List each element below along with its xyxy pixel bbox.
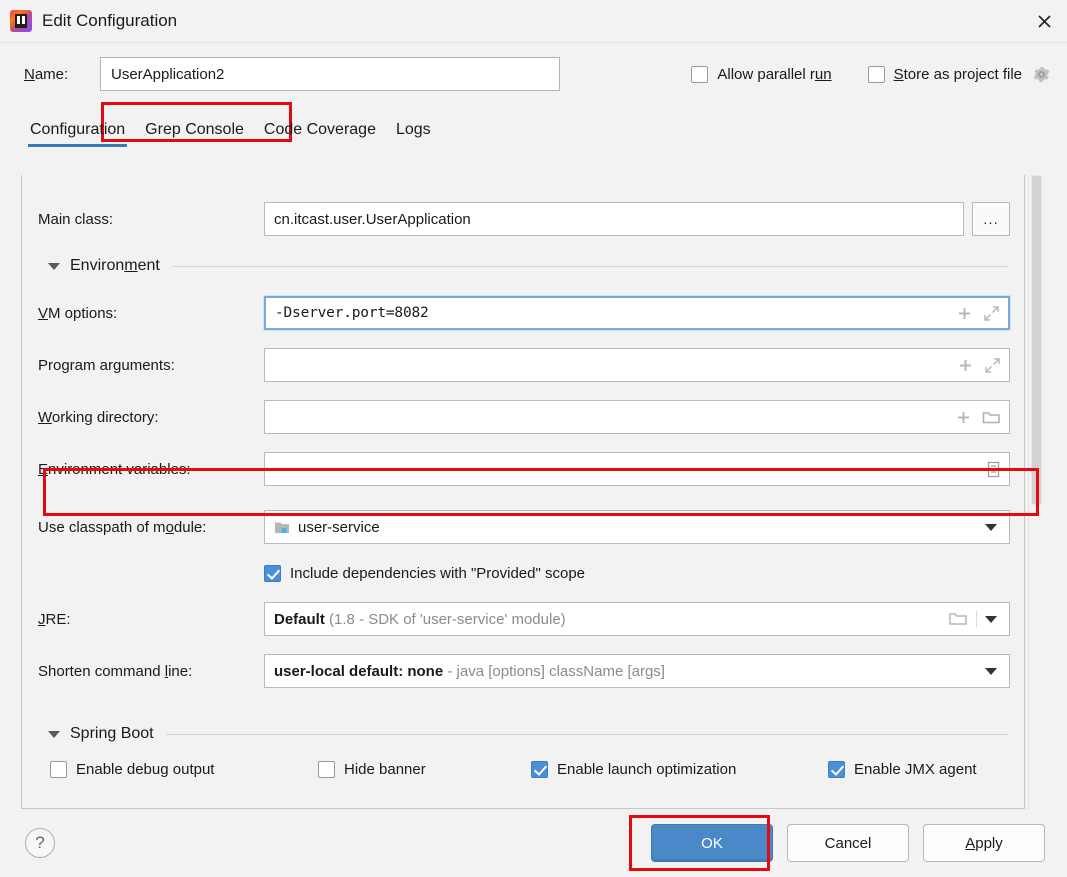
section-divider <box>165 733 1008 735</box>
help-button[interactable]: ? <box>25 828 55 858</box>
gear-icon[interactable] <box>1032 65 1051 84</box>
environment-section-title: Environment <box>70 257 160 274</box>
expand-icon[interactable] <box>984 357 1001 374</box>
chevron-down-icon <box>48 262 60 270</box>
classpath-module-value: user-service <box>298 518 380 536</box>
checkbox-box <box>264 564 281 582</box>
vm-options-row: VM options: -Dserver.port=8082 <box>22 287 1024 339</box>
environment-variables-row: Environment variables: <box>22 443 1024 495</box>
tab-configuration[interactable]: Configuration <box>27 121 128 147</box>
dialog-footer: ? OK Cancel Apply <box>0 809 1067 877</box>
shorten-command-line-label: Shorten command line: <box>38 662 193 680</box>
store-as-project-file-label: Store as project file <box>893 65 1022 83</box>
main-class-input[interactable]: cn.itcast.user.UserApplication <box>264 202 964 236</box>
checkbox-box <box>691 65 709 83</box>
close-icon[interactable] <box>1021 0 1067 43</box>
tab-grep-console[interactable]: Grep Console <box>145 121 244 147</box>
shorten-command-line-row: Shorten command line: user-local default… <box>22 645 1024 697</box>
jre-label: JRE: <box>38 610 71 628</box>
plus-icon[interactable] <box>955 409 972 426</box>
spring-boot-section-header[interactable]: Spring Boot <box>22 713 1024 755</box>
plus-icon[interactable] <box>956 305 973 322</box>
window-title: Edit Configuration <box>42 11 178 30</box>
main-class-browse-button[interactable]: ... <box>972 202 1010 236</box>
shorten-command-line-value-gray: - java [options] className [args] <box>447 662 665 680</box>
vm-options-input[interactable]: -Dserver.port=8082 <box>263 295 1011 331</box>
name-input-value: UserApplication2 <box>111 65 225 83</box>
classpath-module-label: Use classpath of module: <box>38 518 207 536</box>
shorten-command-line-select[interactable]: user-local default: none - java [options… <box>264 654 1010 688</box>
working-directory-input[interactable] <box>264 400 1010 434</box>
name-label: Name: <box>24 65 69 83</box>
jre-value-bold: Default <box>274 610 325 628</box>
store-as-project-file-checkbox[interactable]: Store as project file <box>867 65 1022 83</box>
jre-row: JRE: Default (1.8 - SDK of 'user-service… <box>22 593 1024 645</box>
panel-scrollbar[interactable] <box>1028 175 1043 809</box>
folder-icon[interactable] <box>982 409 1001 426</box>
jre-select[interactable]: Default (1.8 - SDK of 'user-service' mod… <box>264 602 1010 636</box>
configuration-panel-wrap: Main class: cn.itcast.user.UserApplicati… <box>21 175 1043 809</box>
name-row-options: Allow parallel run Store as project file <box>655 65 1051 84</box>
checkbox-box <box>318 761 335 778</box>
enable-debug-output-label: Enable debug output <box>76 761 215 778</box>
main-class-row: Main class: cn.itcast.user.UserApplicati… <box>22 193 1024 245</box>
scrollbar-thumb[interactable] <box>1031 175 1042 505</box>
cancel-button[interactable]: Cancel <box>787 824 909 862</box>
checkbox-box <box>867 65 885 83</box>
expand-icon[interactable] <box>983 305 1000 322</box>
classpath-module-row: Use classpath of module: user-service <box>22 501 1024 553</box>
environment-section-header[interactable]: Environment <box>22 245 1024 287</box>
name-row: Name: UserApplication2 Allow parallel ru… <box>0 43 1067 142</box>
vm-options-value: -Dserver.port=8082 <box>275 305 429 321</box>
program-arguments-input[interactable] <box>264 348 1010 382</box>
chevron-down-icon <box>985 615 997 623</box>
folder-icon[interactable] <box>948 611 977 627</box>
environment-variables-label: Environment variables: <box>38 460 191 478</box>
ok-button[interactable]: OK <box>651 824 773 862</box>
enable-debug-output-checkbox[interactable]: Enable debug output <box>50 761 318 778</box>
tab-code-coverage[interactable]: Code Coverage <box>264 121 376 147</box>
jre-value-gray: (1.8 - SDK of 'user-service' module) <box>329 610 566 628</box>
main-class-value: cn.itcast.user.UserApplication <box>274 210 471 228</box>
section-divider <box>171 265 1008 267</box>
intellij-idea-icon <box>10 10 32 32</box>
hide-banner-checkbox[interactable]: Hide banner <box>318 761 531 778</box>
enable-launch-optimization-label: Enable launch optimization <box>557 761 737 778</box>
name-input[interactable]: UserApplication2 <box>100 57 560 91</box>
checkbox-box <box>828 761 845 778</box>
enable-launch-optimization-checkbox[interactable]: Enable launch optimization <box>531 761 828 778</box>
program-arguments-label: Program arguments: <box>38 356 175 374</box>
spring-boot-section-title: Spring Boot <box>70 725 154 742</box>
checkbox-box <box>531 761 548 778</box>
include-dependencies-checkbox[interactable]: Include dependencies with "Provided" sco… <box>22 553 1024 593</box>
title-bar: Edit Configuration <box>0 0 1067 43</box>
dialog-buttons: OK Cancel Apply <box>629 815 1045 871</box>
module-folder-icon <box>274 520 290 535</box>
allow-parallel-run-label: Allow parallel run <box>717 65 832 83</box>
configuration-panel: Main class: cn.itcast.user.UserApplicati… <box>21 175 1025 809</box>
environment-variables-input[interactable] <box>264 452 1010 486</box>
chevron-down-icon <box>985 667 997 675</box>
classpath-module-select[interactable]: user-service <box>264 510 1010 544</box>
chevron-down-icon <box>985 523 997 531</box>
hide-banner-label: Hide banner <box>344 761 426 778</box>
allow-parallel-run-checkbox[interactable]: Allow parallel run <box>691 65 832 83</box>
checkbox-box <box>50 761 67 778</box>
enable-jmx-agent-label: Enable JMX agent <box>854 761 977 778</box>
program-arguments-row: Program arguments: <box>22 339 1024 391</box>
plus-icon[interactable] <box>957 357 974 374</box>
chevron-down-icon <box>48 730 60 738</box>
tab-bar: Configuration Grep Console Code Coverage… <box>0 107 1067 147</box>
working-directory-row: Working directory: <box>22 391 1024 443</box>
main-class-label: Main class: <box>38 210 114 228</box>
shorten-command-line-value-bold: user-local default: none <box>274 662 444 680</box>
vm-options-label: VM options: <box>38 304 118 322</box>
include-dependencies-label: Include dependencies with "Provided" sco… <box>290 564 586 582</box>
tab-logs[interactable]: Logs <box>396 121 431 147</box>
working-directory-label: Working directory: <box>38 408 159 426</box>
enable-jmx-agent-checkbox[interactable]: Enable JMX agent <box>828 761 977 778</box>
browse-list-icon[interactable] <box>986 461 1001 478</box>
apply-button[interactable]: Apply <box>923 824 1045 862</box>
